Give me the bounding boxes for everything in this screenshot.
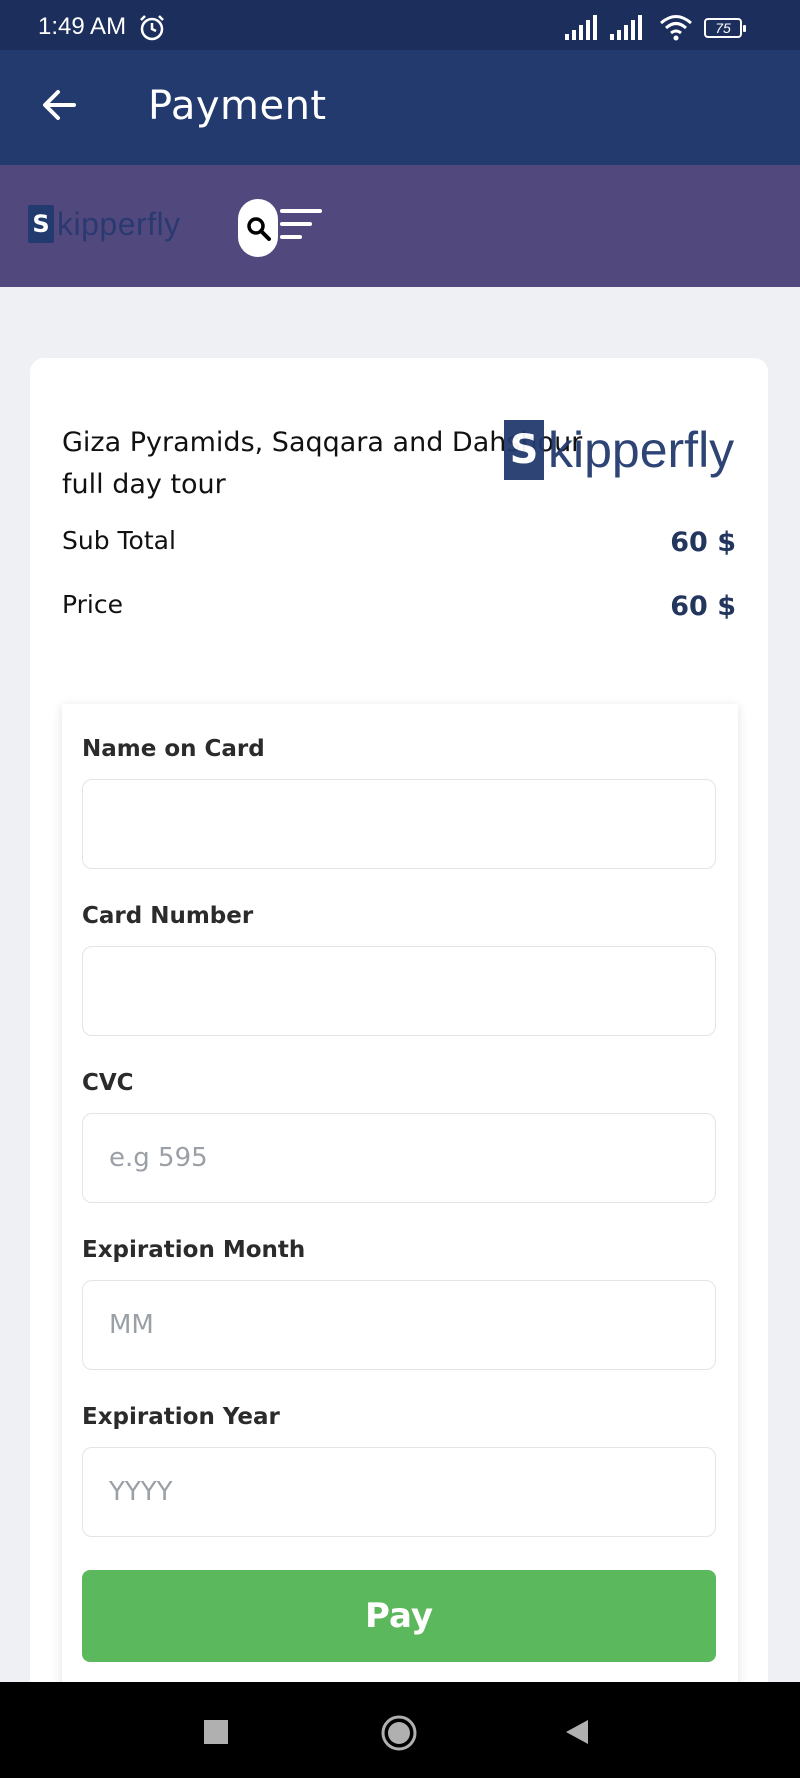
logo-text: kipperfly [57, 205, 181, 242]
site-header: S kipperfly [0, 165, 800, 287]
cvc-label: CVC [82, 1070, 134, 1096]
system-nav-bar [0, 1682, 800, 1778]
battery-indicator: 75 [704, 18, 746, 38]
payment-form: Name on Card Card Number CVC Expiration … [62, 704, 738, 1778]
signal-icon [610, 15, 642, 40]
status-time: 1:49 AM [38, 13, 127, 40]
price-value: 60 $ [670, 591, 736, 622]
wifi-icon [660, 15, 692, 41]
name-on-card-label: Name on Card [82, 736, 265, 762]
page-title: Payment [148, 83, 327, 129]
sub-total-value: 60 $ [670, 527, 736, 558]
signal-icon [565, 15, 597, 40]
expiration-year-input[interactable] [82, 1447, 716, 1537]
watermark-mark: S [504, 420, 544, 480]
nav-recents-icon[interactable] [204, 1720, 228, 1744]
card-number-input[interactable] [82, 946, 716, 1036]
watermark-text: kipperfly [548, 422, 735, 478]
name-on-card-input[interactable] [82, 779, 716, 869]
nav-back-icon[interactable] [564, 1718, 590, 1746]
logo-mark: S [28, 205, 54, 243]
back-arrow-icon[interactable] [40, 88, 78, 122]
sub-total-label: Sub Total [62, 526, 176, 555]
menu-icon[interactable] [280, 207, 322, 243]
pay-button[interactable]: Pay [82, 1570, 716, 1662]
search-button[interactable] [238, 199, 278, 257]
expiration-month-input[interactable] [82, 1280, 716, 1370]
skipperfly-watermark: S kipperfly [504, 420, 734, 480]
search-icon [247, 217, 271, 241]
card-number-label: Card Number [82, 903, 254, 929]
alarm-icon [140, 15, 164, 41]
cvc-input[interactable] [82, 1113, 716, 1203]
price-label: Price [62, 590, 123, 619]
site-logo[interactable]: S kipperfly [28, 205, 181, 243]
expiration-month-label: Expiration Month [82, 1237, 306, 1263]
nav-home-icon[interactable] [380, 1714, 418, 1752]
status-bar: 1:49 AM 75 [0, 0, 800, 50]
expiration-year-label: Expiration Year [82, 1404, 280, 1430]
app-bar: Payment [0, 50, 800, 165]
